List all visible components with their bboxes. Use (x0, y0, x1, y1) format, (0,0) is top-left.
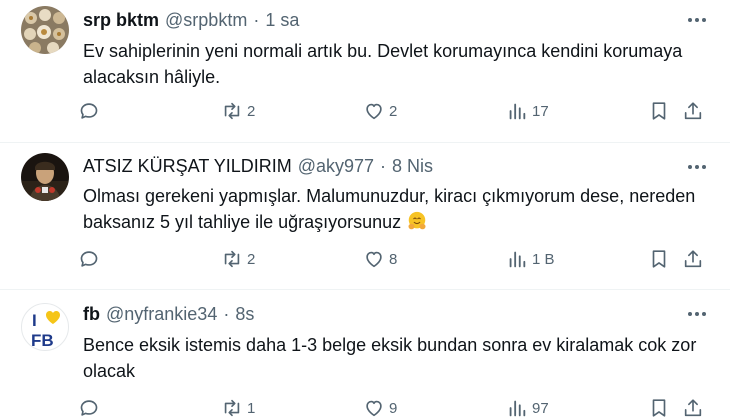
retweet-count: 2 (247, 102, 256, 120)
share-button[interactable] (682, 395, 704, 420)
tweet-text: Bence eksik istemis daha 1-3 belge eksik… (83, 335, 697, 381)
tweet[interactable]: I FB fb @nyfrankie34 · 8s Bence eksik is… (0, 290, 730, 420)
views-button[interactable]: 17 (506, 98, 549, 124)
reply-icon (80, 103, 98, 119)
tweet-actions: 1 9 97 (78, 395, 710, 420)
heart-icon (366, 400, 382, 417)
tweet-header: srp bktm @srpbktm · 1 sa (83, 10, 299, 31)
retweet-button[interactable]: 2 (221, 246, 255, 272)
view-count: 97 (532, 399, 549, 417)
user-handle[interactable]: @srpbktm (165, 10, 247, 31)
retweet-icon (224, 102, 240, 120)
bookmark-button[interactable] (648, 98, 670, 124)
tweet[interactable]: srp bktm @srpbktm · 1 sa Ev sahiplerinin… (0, 0, 730, 143)
like-button[interactable]: 9 (363, 395, 397, 420)
retweet-icon (224, 399, 240, 417)
views-icon (509, 400, 526, 417)
like-count: 9 (389, 399, 398, 417)
view-count: 17 (532, 102, 549, 120)
user-handle[interactable]: @nyfrankie34 (106, 304, 217, 325)
bookmark-icon (652, 399, 666, 417)
avatar[interactable]: I FB (21, 303, 69, 351)
user-handle[interactable]: @aky977 (298, 156, 374, 177)
heart-icon (46, 311, 60, 324)
tweet[interactable]: ATSIZ KÜRŞAT YILDIRIM @aky977 · 8 Nis Ol… (0, 143, 730, 290)
views-icon (509, 251, 526, 268)
hugging-face-icon (408, 211, 426, 230)
bookmark-button[interactable] (648, 246, 670, 272)
timestamp[interactable]: 8s (235, 304, 254, 325)
retweet-button[interactable]: 1 (221, 395, 255, 420)
bookmark-button[interactable] (648, 395, 670, 420)
bookmark-icon (652, 102, 666, 120)
display-name[interactable]: fb (83, 304, 100, 325)
like-button[interactable]: 2 (363, 98, 397, 124)
tweet-text: Ev sahiplerinin yeni normali artık bu. D… (83, 41, 683, 87)
more-options-icon[interactable] (686, 304, 708, 324)
timestamp[interactable]: 8 Nis (392, 156, 433, 177)
retweet-button[interactable]: 2 (221, 98, 255, 124)
avatar[interactable] (21, 6, 69, 54)
separator-dot: · (380, 156, 387, 176)
more-options-icon[interactable] (686, 157, 708, 177)
share-icon (684, 102, 702, 120)
separator-dot: · (223, 304, 230, 324)
reply-button[interactable] (78, 395, 100, 420)
share-button[interactable] (682, 98, 704, 124)
views-icon (509, 103, 526, 120)
share-button[interactable] (682, 246, 704, 272)
share-icon (684, 250, 702, 268)
display-name[interactable]: ATSIZ KÜRŞAT YILDIRIM (83, 156, 292, 177)
avatar-letter: I (32, 311, 37, 330)
tweet-header: fb @nyfrankie34 · 8s (83, 304, 254, 325)
tweet-actions: 2 2 17 (78, 98, 710, 124)
display-name[interactable]: srp bktm (83, 10, 159, 31)
tweet-text: Olması gerekeni yapmışlar. Malumunuzdur,… (83, 183, 713, 235)
more-options-icon[interactable] (686, 10, 708, 30)
share-icon (684, 399, 702, 417)
reply-icon (80, 251, 98, 267)
avatar[interactable] (21, 153, 69, 201)
reply-button[interactable] (78, 246, 100, 272)
tweet-header: ATSIZ KÜRŞAT YILDIRIM @aky977 · 8 Nis (83, 156, 433, 177)
tweet-actions: 2 8 1 B (78, 246, 710, 272)
reply-button[interactable] (78, 98, 100, 124)
like-button[interactable]: 8 (363, 246, 397, 272)
avatar-team: FB (31, 331, 54, 350)
timestamp[interactable]: 1 sa (265, 10, 299, 31)
retweet-count: 2 (247, 250, 256, 268)
views-button[interactable]: 1 B (506, 246, 555, 272)
reply-icon (80, 400, 98, 416)
bookmark-icon (652, 250, 666, 268)
tweet-text-content: Olması gerekeni yapmışlar. Malumunuzdur,… (83, 186, 696, 232)
heart-icon (366, 103, 382, 120)
retweet-count: 1 (247, 399, 256, 417)
heart-icon (366, 251, 382, 268)
like-count: 2 (389, 102, 398, 120)
view-count: 1 B (532, 250, 555, 268)
reply-feed: srp bktm @srpbktm · 1 sa Ev sahiplerinin… (0, 0, 730, 420)
like-count: 8 (389, 250, 398, 268)
separator-dot: · (253, 10, 260, 30)
retweet-icon (224, 250, 240, 268)
views-button[interactable]: 97 (506, 395, 549, 420)
